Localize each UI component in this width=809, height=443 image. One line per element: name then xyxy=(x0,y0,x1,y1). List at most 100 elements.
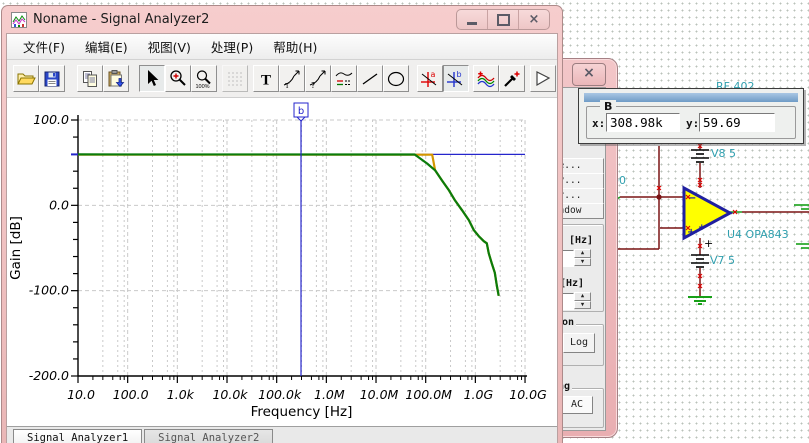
query-curve-button[interactable]: ? xyxy=(305,65,331,92)
window-controls: × xyxy=(456,9,550,30)
tab-signal-analyzer-1[interactable]: Signal Analyzer1 xyxy=(13,429,143,443)
menu-item-1[interactable]: 文件(F) xyxy=(13,34,75,59)
cursor-b-groupbox: B x: 308.98k y: 59.69 xyxy=(586,100,796,139)
spinner-up-icon[interactable]: ▲ xyxy=(574,249,591,258)
signal-chart-icon xyxy=(11,11,27,28)
svg-text:Frequency [Hz]: Frequency [Hz] xyxy=(251,404,353,420)
ac-mode-button[interactable]: AC xyxy=(561,396,593,414)
component-label: U4 OPA843 xyxy=(727,228,789,241)
menu-bar: 文件(F) 编辑(E) 视图(V) 处理(P) 帮助(H) xyxy=(7,34,557,60)
cursor-b-group-caption: B xyxy=(600,100,617,113)
curve-label-icon: T xyxy=(283,70,300,89)
spinner-down-icon[interactable]: ▼ xyxy=(574,300,591,309)
cursor-b-button[interactable]: b xyxy=(443,65,469,92)
annotate-curve-button[interactable]: T xyxy=(279,65,305,92)
menu-item-4[interactable]: 处理(P) xyxy=(201,34,263,59)
svg-text:-200.0: -200.0 xyxy=(29,368,69,383)
bode-plot-area[interactable]: 100.0 0.0 -100.0 -200.0 10.0 100.0 1.0k 10.0k 10… xyxy=(7,98,557,426)
svg-text:Gain [dB]: Gain [dB] xyxy=(8,216,24,280)
legend-icon xyxy=(335,71,353,85)
paste-button[interactable] xyxy=(103,65,129,92)
svg-text:b: b xyxy=(298,106,304,117)
paste-icon xyxy=(108,69,125,87)
curve-query-icon: ? xyxy=(309,70,326,89)
menu-item-5[interactable]: 帮助(H) xyxy=(263,34,327,59)
svg-text:100%: 100% xyxy=(196,84,210,89)
component-label: V7 5 xyxy=(710,254,736,267)
text-icon: T xyxy=(261,72,271,88)
angle-button[interactable] xyxy=(530,65,556,92)
svg-text:T: T xyxy=(261,72,271,88)
svg-text:0.0: 0.0 xyxy=(49,197,69,212)
pointer-button[interactable] xyxy=(139,65,165,92)
copy-icon xyxy=(83,70,97,87)
cursor-y-label: y: xyxy=(686,117,700,130)
ellipse-button[interactable] xyxy=(383,65,409,92)
svg-text:T: T xyxy=(285,82,290,89)
cursor-y-value-field[interactable]: 59.69 xyxy=(699,113,775,132)
restore-button[interactable] xyxy=(487,10,518,29)
open-button[interactable] xyxy=(13,65,39,92)
component-label: V8 5 xyxy=(711,147,737,160)
probe-button[interactable] xyxy=(499,65,525,92)
svg-text:100.0k: 100.0k xyxy=(258,387,302,402)
svg-text:10.0M: 10.0M xyxy=(360,387,399,402)
log-scale-button[interactable]: Log xyxy=(563,333,595,353)
menu-item-3[interactable]: 视图(V) xyxy=(138,34,201,59)
curves-button[interactable] xyxy=(473,65,499,92)
svg-text:100.0M: 100.0M xyxy=(405,387,452,402)
folder-open-icon xyxy=(17,73,36,84)
analyzer-tab-strip: Signal Analyzer1 Signal Analyzer2 xyxy=(7,426,557,443)
v7-plus-sign: + xyxy=(704,237,713,250)
probe-icon xyxy=(504,71,520,87)
start-frequency-spinner[interactable]: ▲ ▼ xyxy=(574,249,591,266)
close-icon: × xyxy=(528,12,540,27)
cursor-x-label: x: xyxy=(592,117,606,130)
panel-close-button[interactable]: × xyxy=(572,63,606,86)
stop-frequency-spinner[interactable]: ▲ ▼ xyxy=(574,292,591,309)
grid-button xyxy=(222,65,248,92)
menu-item-2[interactable]: 编辑(E) xyxy=(75,34,138,59)
svg-text:-100.0: -100.0 xyxy=(29,283,69,298)
minimize-icon xyxy=(467,21,477,25)
svg-text:1.0M: 1.0M xyxy=(314,387,345,402)
svg-text:1.0G: 1.0G xyxy=(464,387,494,402)
zoom-in-icon xyxy=(170,69,186,86)
window-title: Noname - Signal Analyzer2 xyxy=(33,12,210,27)
gain-plot-svg: 100.0 0.0 -100.0 -200.0 10.0 100.0 1.0k 10.0k 10… xyxy=(8,102,547,420)
spinner-up-icon[interactable]: ▲ xyxy=(574,292,591,301)
close-button[interactable]: × xyxy=(518,10,549,29)
svg-text:1.0k: 1.0k xyxy=(167,387,195,402)
toolbar: 100% T T? a b xyxy=(7,60,557,98)
ellipse-icon xyxy=(387,71,405,86)
spinner-down-icon[interactable]: ▼ xyxy=(574,257,591,266)
hz-label-1: [Hz] xyxy=(567,235,596,246)
copy-button[interactable] xyxy=(77,65,103,92)
zoom-100-icon: 100% xyxy=(196,69,211,89)
window-client-area: 文件(F) 编辑(E) 视图(V) 处理(P) 帮助(H) 100% T T? a b 100.… xyxy=(6,33,558,443)
legend-button[interactable] xyxy=(331,65,357,92)
cursor-readout-window[interactable]: B x: 308.98k y: 59.69 xyxy=(578,88,804,144)
svg-text:b: b xyxy=(457,70,462,79)
text-button[interactable]: T xyxy=(253,65,279,92)
curves-icon xyxy=(477,71,495,87)
minimize-button[interactable] xyxy=(457,10,487,29)
battery-v8 xyxy=(691,149,709,163)
ground-symbol xyxy=(688,296,712,305)
signal-analyzer-window: Noname - Signal Analyzer2 × 文件(F) 编辑(E) 视图… xyxy=(1,5,563,443)
titlebar[interactable]: Noname - Signal Analyzer2 × xyxy=(2,6,562,33)
svg-text:100.0: 100.0 xyxy=(33,112,69,127)
zoom-100-button[interactable]: 100% xyxy=(191,65,217,92)
line-button[interactable] xyxy=(357,65,383,92)
svg-text:10.0k: 10.0k xyxy=(212,387,248,402)
cursor-x-value-field[interactable]: 308.98k xyxy=(606,113,680,132)
pointer-icon xyxy=(148,69,159,86)
save-button[interactable] xyxy=(39,65,65,92)
zoom-in-button[interactable] xyxy=(165,65,191,92)
svg-text:10.0: 10.0 xyxy=(67,387,95,402)
svg-text:?: ? xyxy=(311,81,315,89)
cursor-a-button[interactable]: a xyxy=(417,65,443,92)
restore-icon xyxy=(496,13,510,26)
grid-icon xyxy=(228,71,242,86)
tab-signal-analyzer-2[interactable]: Signal Analyzer2 xyxy=(144,429,274,443)
